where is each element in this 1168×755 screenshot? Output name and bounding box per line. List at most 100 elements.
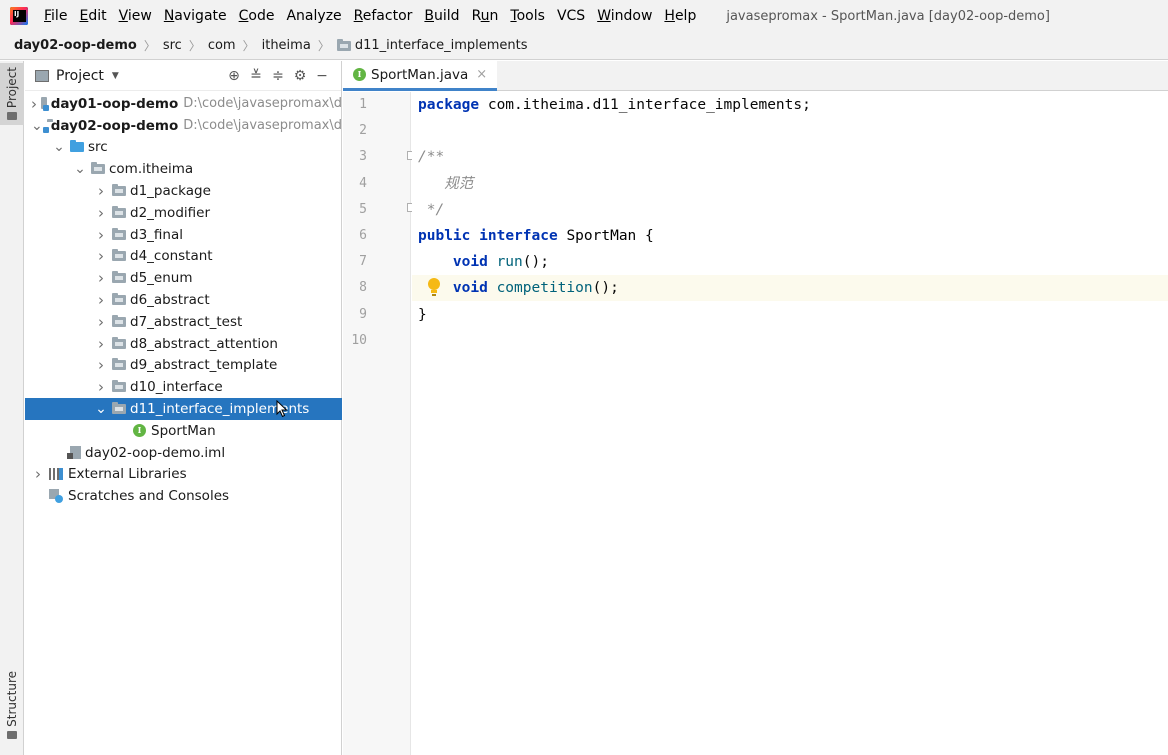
- package-folder-icon: [91, 162, 105, 175]
- locate-target-icon[interactable]: ⊕: [223, 68, 245, 84]
- tree-node[interactable]: › d5_enum: [25, 267, 342, 289]
- chevron-right-icon[interactable]: ›: [94, 226, 108, 244]
- menu-edit[interactable]: Edit: [73, 8, 112, 24]
- menu-run[interactable]: Run: [466, 8, 505, 24]
- menu-refactor[interactable]: Refactor: [348, 8, 419, 24]
- code-line[interactable]: [412, 118, 1168, 144]
- chevron-right-icon[interactable]: ›: [94, 313, 108, 331]
- code-line[interactable]: void competition();: [412, 275, 1168, 302]
- collapse-all-icon[interactable]: ≑: [267, 68, 289, 84]
- chevron-down-icon[interactable]: ⌄: [94, 402, 108, 416]
- gear-icon[interactable]: ⚙: [289, 68, 311, 84]
- editor-tab-sportman[interactable]: I SportMan.java ×: [343, 61, 498, 91]
- library-icon: [49, 468, 63, 481]
- tree-node-label: d2_modifier: [130, 204, 210, 221]
- tree-node[interactable]: Scratches and Consoles: [25, 485, 342, 507]
- menu-vcs[interactable]: VCS: [551, 8, 591, 24]
- scratches-icon: [49, 489, 63, 504]
- module-folder-icon: [41, 96, 49, 111]
- menu-view[interactable]: View: [113, 8, 158, 24]
- tree-node-label: src: [88, 139, 108, 156]
- code-token: 规范: [418, 175, 474, 192]
- intellij-logo-icon: [10, 7, 28, 25]
- tree-node[interactable]: › d6_abstract: [25, 289, 342, 311]
- chevron-down-icon[interactable]: ⌄: [31, 119, 43, 133]
- tree-node[interactable]: day02-oop-demo.iml: [25, 442, 342, 464]
- tree-node[interactable]: › day01-oop-demo D:\code\javasepromax\d: [25, 93, 342, 115]
- chevron-right-icon[interactable]: ›: [94, 182, 108, 200]
- tree-node[interactable]: › d10_interface: [25, 376, 342, 398]
- code-line[interactable]: void run();: [412, 249, 1168, 275]
- tree-node[interactable]: ⌄ day02-oop-demo D:\code\javasepromax\d: [25, 115, 342, 137]
- tree-node-label: External Libraries: [68, 466, 187, 483]
- menu-navigate[interactable]: Navigate: [158, 8, 233, 24]
- tool-window-strip: Project Structure: [0, 61, 24, 755]
- menu-file[interactable]: File: [38, 8, 73, 24]
- chevron-down-icon[interactable]: ⌄: [73, 162, 87, 176]
- code-line[interactable]: [412, 328, 1168, 354]
- chevron-right-icon[interactable]: ›: [94, 356, 108, 374]
- code-line[interactable]: package com.itheima.d11_interface_implem…: [412, 92, 1168, 118]
- menu-window[interactable]: Window: [591, 8, 658, 24]
- caret-down-icon[interactable]: ▼: [112, 71, 119, 81]
- tree-node[interactable]: › d2_modifier: [25, 202, 342, 224]
- chevron-right-icon: 〉: [317, 39, 330, 53]
- chevron-right-icon[interactable]: ›: [94, 247, 108, 265]
- structure-tool-tab-label: Structure: [5, 671, 19, 727]
- menu-analyze[interactable]: Analyze: [280, 8, 347, 24]
- code-line[interactable]: public interface SportMan {: [412, 223, 1168, 249]
- menu-code[interactable]: Code: [233, 8, 281, 24]
- tree-node[interactable]: › External Libraries: [25, 464, 342, 486]
- breadcrumb-item-com[interactable]: com: [208, 38, 236, 53]
- code-line[interactable]: }: [412, 302, 1168, 328]
- tree-node[interactable]: ⌄ d11_interface_implements: [25, 398, 342, 420]
- editor-gutter: 1 2 3 4 5 6 7 8 9 10: [343, 92, 416, 755]
- tree-node[interactable]: ⌄ com.itheima: [25, 158, 342, 180]
- chevron-right-icon[interactable]: ›: [31, 465, 45, 483]
- menu-build[interactable]: Build: [418, 8, 465, 24]
- package-folder-icon: [112, 336, 126, 349]
- tree-node[interactable]: › d4_constant: [25, 246, 342, 268]
- chevron-right-icon[interactable]: ›: [94, 204, 108, 222]
- code-token: competition: [496, 280, 593, 297]
- mouse-cursor-icon: [276, 400, 288, 418]
- project-panel-tools: ⊕ ≚ ≑ ⚙ −: [223, 68, 341, 84]
- project-tool-tab[interactable]: Project: [0, 63, 24, 125]
- menu-bar: File Edit View Navigate Code Analyze Ref…: [0, 0, 1168, 32]
- chevron-right-icon[interactable]: ›: [31, 95, 37, 113]
- chevron-down-icon[interactable]: ⌄: [52, 140, 66, 154]
- line-number: 1: [359, 97, 367, 112]
- chevron-right-icon[interactable]: ›: [94, 269, 108, 287]
- tree-node[interactable]: › d9_abstract_template: [25, 355, 342, 377]
- code-editor[interactable]: } void competition(); void run(); public …: [412, 92, 1168, 755]
- tree-node[interactable]: ⌄ src: [25, 137, 342, 159]
- tree-node[interactable]: › d7_abstract_test: [25, 311, 342, 333]
- folder-icon: [7, 112, 17, 121]
- chevron-right-icon[interactable]: ›: [94, 335, 108, 353]
- breadcrumb-item-module[interactable]: day02-oop-demo: [14, 38, 137, 53]
- hide-panel-icon[interactable]: −: [311, 68, 333, 84]
- code-line[interactable]: */: [412, 197, 1168, 223]
- expand-all-icon[interactable]: ≚: [245, 68, 267, 84]
- interface-icon: I: [133, 424, 146, 438]
- module-file-icon: [67, 446, 81, 460]
- tree-node[interactable]: › d3_final: [25, 224, 342, 246]
- breadcrumb-item-itheima[interactable]: itheima: [262, 38, 311, 53]
- breadcrumb-item-src[interactable]: src: [163, 38, 182, 53]
- code-line[interactable]: /**: [412, 144, 1168, 170]
- tree-node[interactable]: › d1_package: [25, 180, 342, 202]
- chevron-right-icon[interactable]: ›: [94, 378, 108, 396]
- lightbulb-icon[interactable]: [427, 277, 441, 297]
- tree-node[interactable]: I SportMan: [25, 420, 342, 442]
- project-panel-title[interactable]: Project: [56, 68, 104, 84]
- code-line[interactable]: 规范: [412, 171, 1168, 197]
- tree-node[interactable]: › d8_abstract_attention: [25, 333, 342, 355]
- chevron-right-icon: 〉: [143, 39, 156, 53]
- structure-tool-tab[interactable]: Structure: [0, 667, 24, 747]
- menu-help[interactable]: Help: [658, 8, 702, 24]
- close-icon[interactable]: ×: [476, 67, 487, 82]
- menu-tools[interactable]: Tools: [504, 8, 551, 24]
- chevron-right-icon[interactable]: ›: [94, 291, 108, 309]
- breadcrumb-item-package[interactable]: d11_interface_implements: [355, 38, 528, 53]
